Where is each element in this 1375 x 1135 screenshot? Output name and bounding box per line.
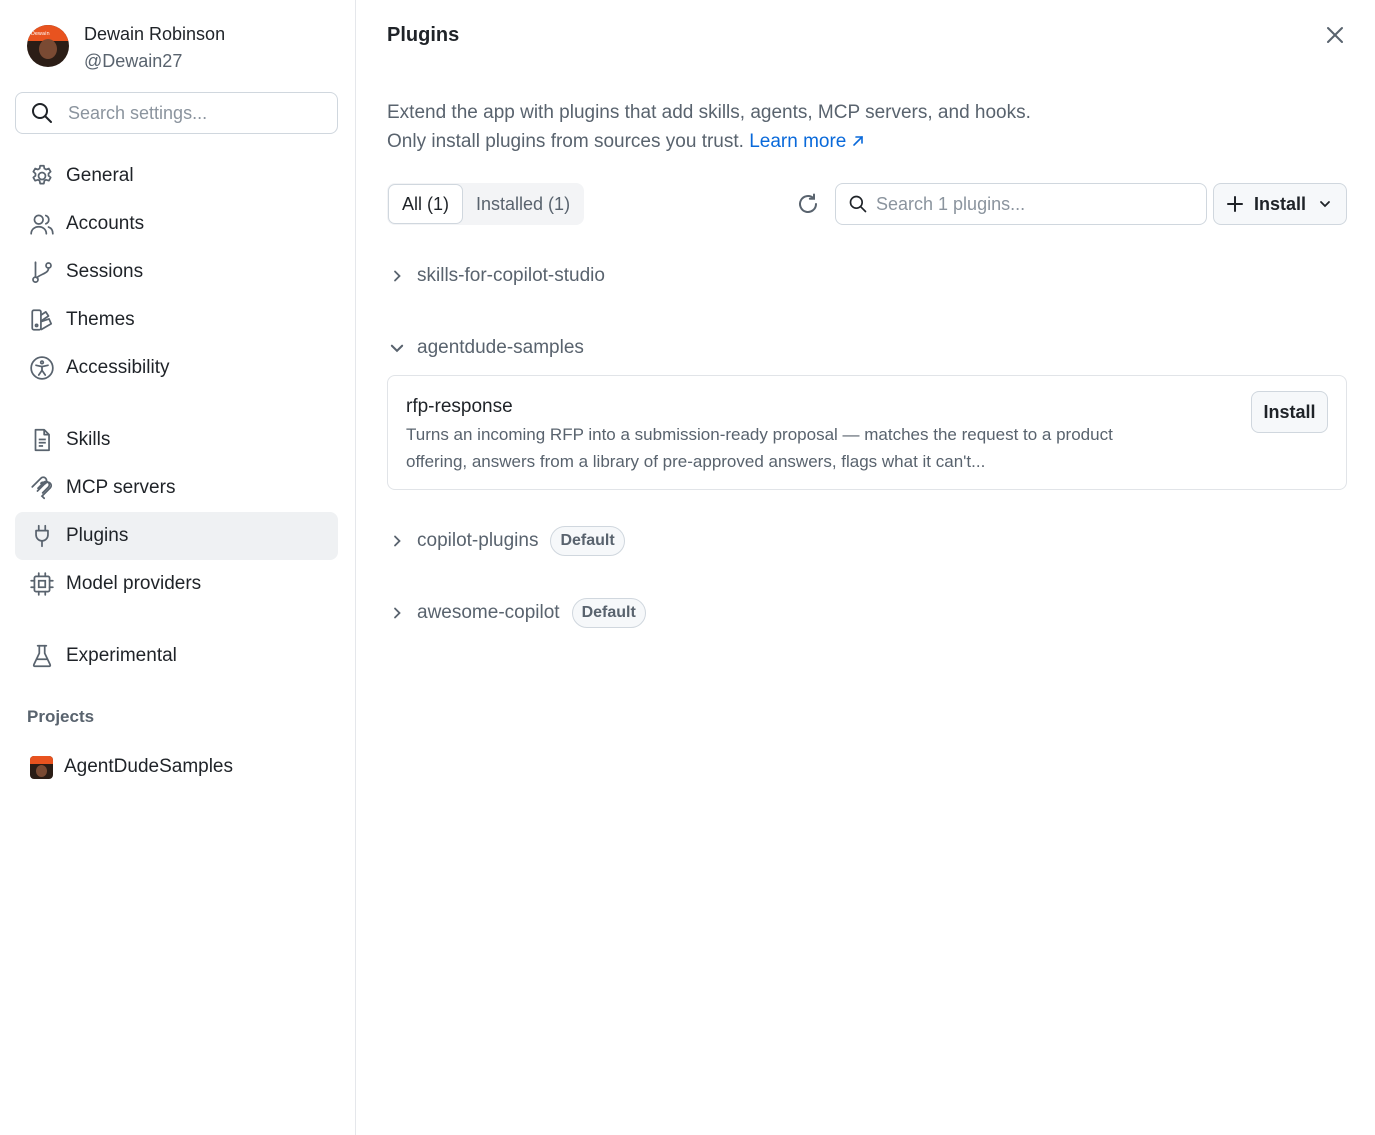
settings-search-input[interactable] bbox=[68, 102, 308, 124]
project-thumbnail bbox=[30, 755, 53, 779]
sidebar-item-label: Plugins bbox=[66, 525, 129, 546]
palette-icon bbox=[31, 309, 53, 331]
filter-tabs: All (1) Installed (1) bbox=[387, 183, 585, 225]
intro-line-2-text: Only install plugins from sources you tr… bbox=[387, 131, 744, 152]
plugin-group-skills-for-copilot-studio[interactable]: skills-for-copilot-studio bbox=[387, 261, 605, 291]
tab-installed[interactable]: Installed (1) bbox=[463, 184, 583, 224]
sidebar-item-label: Skills bbox=[66, 429, 111, 450]
plugin-description: Turns an incoming RFP into a submission-… bbox=[406, 425, 1113, 471]
sidebar-item-label: MCP servers bbox=[66, 477, 176, 498]
sidebar-item-label: General bbox=[66, 165, 134, 186]
group-name: awesome-copilot bbox=[417, 602, 560, 623]
group-name: agentdude-samples bbox=[417, 337, 584, 358]
plugin-install-button[interactable]: Install bbox=[1251, 391, 1328, 433]
learn-more-label: Learn more bbox=[749, 131, 847, 152]
sidebar-item-sessions[interactable]: Sessions bbox=[15, 248, 338, 296]
sidebar-item-accessibility[interactable]: Accessibility bbox=[15, 344, 338, 392]
plugin-group-copilot-plugins[interactable]: copilot-plugins Default bbox=[387, 526, 625, 556]
users-icon bbox=[30, 214, 54, 235]
plugin-name: rfp-response bbox=[406, 396, 513, 417]
sidebar-item-general[interactable]: General bbox=[15, 152, 338, 200]
projects-heading: Projects bbox=[27, 707, 95, 726]
refresh-button[interactable] bbox=[793, 189, 823, 219]
user-profile: Dewain Dewain Robinson @Dewain27 bbox=[27, 24, 226, 71]
avatar: Dewain bbox=[27, 25, 69, 67]
sidebar-item-label: Accessibility bbox=[66, 357, 170, 378]
branch-icon bbox=[32, 261, 52, 283]
group-name: copilot-plugins bbox=[417, 530, 539, 551]
sidebar-item-experimental[interactable]: Experimental bbox=[15, 632, 338, 680]
settings-sidebar: Dewain Dewain Robinson @Dewain27 General… bbox=[0, 0, 356, 1135]
sidebar-item-plugins[interactable]: Plugins bbox=[15, 512, 338, 560]
profile-handle: @Dewain27 bbox=[84, 51, 183, 71]
install-dropdown-button[interactable]: Install bbox=[1213, 183, 1347, 225]
chip-icon bbox=[30, 572, 54, 596]
sidebar-item-label: Accounts bbox=[66, 213, 145, 234]
plugin-search[interactable] bbox=[835, 183, 1207, 225]
external-link-icon bbox=[852, 136, 863, 146]
chevron-right-icon bbox=[394, 607, 401, 619]
beaker-icon bbox=[32, 644, 52, 668]
learn-more-link[interactable]: Learn more bbox=[749, 131, 863, 152]
nav-group-experimental: Experimental bbox=[15, 632, 338, 680]
page-title: Plugins bbox=[387, 24, 460, 46]
tab-all[interactable]: All (1) bbox=[388, 184, 464, 224]
chevron-down-icon bbox=[390, 344, 404, 353]
plug-icon bbox=[35, 524, 49, 548]
close-icon bbox=[1327, 27, 1343, 43]
avatar-text: Dewain bbox=[31, 31, 50, 37]
settings-search[interactable] bbox=[15, 92, 338, 134]
sidebar-item-label: Experimental bbox=[66, 645, 177, 666]
sidebar-item-label: Sessions bbox=[66, 261, 144, 282]
intro-line-1: Extend the app with plugins that add ski… bbox=[387, 102, 1031, 123]
search-icon bbox=[32, 103, 52, 123]
nav-group-general: General Accounts Sessions Themes Accessi… bbox=[15, 152, 338, 392]
chevron-right-icon bbox=[394, 270, 401, 282]
plugin-card: rfp-response Turns an incoming RFP into … bbox=[387, 375, 1347, 490]
chevron-down-icon bbox=[1320, 201, 1330, 208]
default-badge: Default bbox=[550, 526, 625, 556]
sidebar-item-themes[interactable]: Themes bbox=[15, 296, 338, 344]
sidebar-item-accounts[interactable]: Accounts bbox=[15, 200, 338, 248]
nav-group-extensions: Skills MCP servers Plugins Model provide… bbox=[15, 416, 338, 608]
sidebar-item-skills[interactable]: Skills bbox=[15, 416, 338, 464]
sidebar-item-label: Themes bbox=[66, 309, 135, 330]
default-badge: Default bbox=[571, 598, 646, 628]
plus-icon bbox=[1227, 196, 1243, 212]
sidebar-item-label: Model providers bbox=[66, 573, 202, 594]
project-label: AgentDudeSamples bbox=[64, 756, 233, 777]
plugin-group-agentdude-samples[interactable]: agentdude-samples bbox=[387, 333, 584, 363]
gear-icon bbox=[32, 164, 52, 185]
accessibility-icon bbox=[30, 356, 54, 380]
search-icon bbox=[849, 195, 867, 213]
sidebar-project-item[interactable]: AgentDudeSamples bbox=[15, 743, 338, 791]
sidebar-item-model-providers[interactable]: Model providers bbox=[15, 560, 338, 608]
plugin-search-input[interactable] bbox=[876, 193, 1196, 215]
plugin-group-awesome-copilot[interactable]: awesome-copilot Default bbox=[387, 598, 646, 628]
intro-text: Extend the app with plugins that add ski… bbox=[387, 98, 1031, 156]
plugins-panel: Plugins Extend the app with plugins that… bbox=[357, 0, 1375, 1135]
intro-line-2: Only install plugins from sources you tr… bbox=[387, 127, 1031, 156]
close-button[interactable] bbox=[1321, 21, 1349, 49]
install-dropdown-label: Install bbox=[1254, 193, 1307, 214]
sidebar-item-mcp-servers[interactable]: MCP servers bbox=[15, 464, 338, 512]
profile-name: Dewain Robinson bbox=[84, 24, 226, 44]
mcp-icon bbox=[31, 476, 53, 500]
chevron-right-icon bbox=[394, 535, 401, 547]
document-icon bbox=[34, 428, 50, 452]
refresh-icon bbox=[799, 193, 817, 213]
group-name: skills-for-copilot-studio bbox=[417, 265, 605, 286]
